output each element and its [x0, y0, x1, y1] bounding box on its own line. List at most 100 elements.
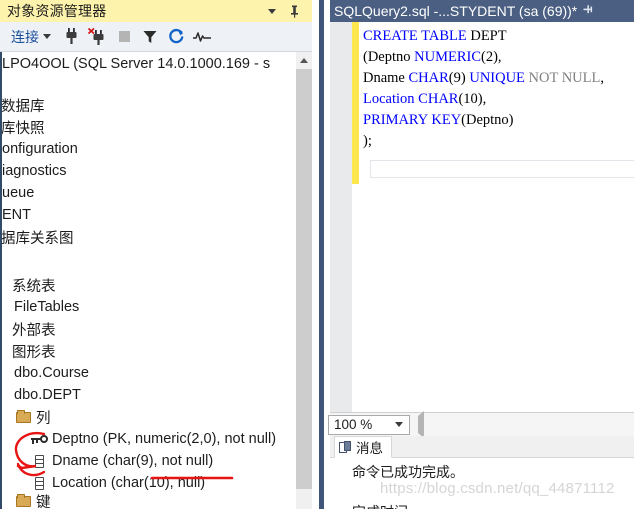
- tree-item-configuration[interactable]: onfiguration: [2, 138, 312, 160]
- pin-icon[interactable]: [583, 4, 594, 18]
- sql-editor-body[interactable]: CREATE TABLE DEPT (Deptno NUMERIC(2), Dna…: [330, 22, 634, 412]
- tree-item-label: iagnostics: [2, 163, 67, 179]
- messages-icon: [339, 440, 352, 454]
- scroll-left-icon[interactable]: [418, 410, 424, 438]
- tree-item-server[interactable]: LPO4OOL (SQL Server 14.0.1000.169 - s: [2, 52, 312, 76]
- editor-selection-box: [370, 160, 634, 178]
- scroll-up-icon[interactable]: [296, 52, 312, 69]
- sql-token: PRIMARY: [363, 112, 428, 128]
- sql-line: (Deptno NUMERIC(2),: [363, 47, 634, 68]
- folder-icon: [14, 409, 32, 425]
- tab-label: 消息: [356, 441, 383, 456]
- editor-zoom-bar: 100 %: [328, 410, 634, 438]
- ssms-window: 对象资源管理器 ✕ 连: [0, 0, 634, 509]
- refresh-icon[interactable]: [163, 25, 189, 49]
- tab-messages[interactable]: 消息: [334, 436, 392, 458]
- object-explorer-toolbar: 连接: [0, 22, 330, 52]
- tree-item-stydent-db[interactable]: ENT: [2, 204, 312, 226]
- sql-line: Dname CHAR(9) UNIQUE NOT NULL,: [363, 68, 634, 89]
- sql-token: NUMERIC: [414, 49, 482, 65]
- object-explorer-titlebar: 对象资源管理器 ✕: [0, 0, 330, 22]
- tree-item-label: Deptno (PK, numeric(2,0), not null): [52, 431, 277, 447]
- tree-item-keys-folder[interactable]: 键: [2, 494, 312, 508]
- filter-icon[interactable]: [137, 25, 163, 49]
- chevron-down-icon: [395, 422, 403, 427]
- results-message-text: 命令已成功完成。: [352, 464, 464, 480]
- sql-token: (10),: [458, 91, 487, 107]
- chevron-down-icon[interactable]: [262, 1, 282, 21]
- folder-icon: [14, 494, 32, 508]
- sql-token: NOT NULL: [528, 70, 601, 86]
- sql-token: Location: [363, 91, 415, 107]
- tree-item-databases[interactable]: 数据库: [2, 94, 312, 116]
- tree-item-db-snapshots[interactable]: 库快照: [2, 116, 312, 138]
- disconnect-icon[interactable]: [85, 25, 111, 49]
- pin-icon[interactable]: [284, 1, 304, 21]
- sql-token: );: [363, 133, 372, 149]
- stop-icon: [111, 25, 137, 49]
- tree-item-graph-tables[interactable]: 图形表: [2, 340, 312, 362]
- tree-item-label: 键: [36, 494, 51, 509]
- column-icon: [30, 475, 48, 491]
- activity-monitor-icon[interactable]: [189, 25, 215, 49]
- sql-token: UNIQUE: [469, 70, 525, 86]
- sql-token: Dname: [363, 70, 409, 86]
- sql-code[interactable]: CREATE TABLE DEPT (Deptno NUMERIC(2), Dna…: [363, 26, 634, 412]
- zoom-level-value: 100 %: [334, 417, 373, 432]
- tree-item-diagnostics[interactable]: iagnostics: [2, 160, 312, 182]
- pin-glyph: [290, 5, 298, 18]
- tree-item-dbo-dept[interactable]: dbo.DEPT: [2, 384, 312, 406]
- tab-sqlquery2[interactable]: SQLQuery2.sql -...STYDENT (sa (69))*: [330, 0, 634, 22]
- sql-token: CHAR: [408, 70, 449, 86]
- zoom-level-dropdown[interactable]: 100 %: [328, 414, 410, 435]
- editor-gutter: [330, 22, 352, 412]
- object-explorer-vertical-scrollbar[interactable]: [296, 52, 312, 509]
- tree-item-label: onfiguration: [2, 141, 78, 157]
- tree-item-label: Dname (char(9), not null): [52, 453, 214, 469]
- tree-item-label: 外部表: [12, 322, 56, 339]
- tree-item-column-dname[interactable]: Dname (char(9), not null): [2, 450, 312, 472]
- sql-token: (9): [448, 70, 470, 86]
- tree-item-label: 库快照: [1, 120, 45, 137]
- tree-item-column-location[interactable]: Location (char(10), null): [2, 472, 312, 494]
- tree-item-queue[interactable]: ueue: [2, 182, 312, 204]
- sql-token: DEPT: [466, 28, 507, 44]
- editor-change-bar: [352, 22, 359, 184]
- tree-item-label: 系统表: [12, 278, 56, 295]
- tree-item-column-deptno[interactable]: Deptno (PK, numeric(2,0), not null): [2, 428, 312, 450]
- watermark-text: https://blog.csdn.net/qq_44871112: [380, 480, 615, 497]
- object-explorer-panel: 对象资源管理器 ✕ 连: [0, 0, 330, 509]
- object-explorer-title: 对象资源管理器: [7, 3, 107, 19]
- object-explorer-tree[interactable]: LPO4OOL (SQL Server 14.0.1000.169 - s 数据…: [0, 52, 312, 509]
- sql-editor-panel: SQLQuery2.sql -...STYDENT (sa (69))* CRE…: [328, 0, 634, 509]
- tree-item-label: ENT: [2, 207, 31, 223]
- tree-item-system-tables[interactable]: 系统表: [2, 274, 312, 296]
- sql-line: PRIMARY KEY(Deptno): [363, 110, 634, 131]
- sql-token: CREATE: [363, 28, 418, 44]
- tree-item-label: 据库关系图: [1, 230, 74, 247]
- tree-item-label: ueue: [2, 185, 35, 201]
- results-panel: 消息 命令已成功完成。 完成时间: [330, 436, 634, 509]
- tree-item-db-diagrams[interactable]: 据库关系图: [2, 226, 312, 248]
- sql-line: Location CHAR(10),: [363, 89, 634, 110]
- tree-item-tables[interactable]: [2, 248, 312, 274]
- tree-item-label: dbo.DEPT: [14, 387, 81, 403]
- sql-token: TABLE: [421, 28, 467, 44]
- tree-item-label: 数据库: [1, 98, 45, 115]
- tree-item-filetables[interactable]: FileTables: [2, 296, 312, 318]
- tree-item-columns-folder[interactable]: 列: [2, 406, 312, 428]
- sql-token: (Deptno: [363, 49, 415, 65]
- sql-token: (Deptno): [461, 112, 514, 128]
- sql-token: CHAR: [418, 91, 459, 107]
- connect-button[interactable]: 连接: [8, 25, 54, 49]
- tree-item-dbo-course[interactable]: dbo.Course: [2, 362, 312, 384]
- sql-line: CREATE TABLE DEPT: [363, 26, 634, 47]
- connect-icon[interactable]: [59, 25, 85, 49]
- tree-item-external-tables[interactable]: 外部表: [2, 318, 312, 340]
- tree-item-label: LPO4OOL (SQL Server 14.0.1000.169 - s: [2, 56, 271, 72]
- sql-token: ,: [600, 70, 604, 86]
- sql-token: KEY: [431, 112, 462, 128]
- tree-item-label: 列: [36, 410, 51, 427]
- scrollbar-thumb[interactable]: [296, 69, 312, 489]
- tree-item-label: dbo.Course: [14, 365, 89, 381]
